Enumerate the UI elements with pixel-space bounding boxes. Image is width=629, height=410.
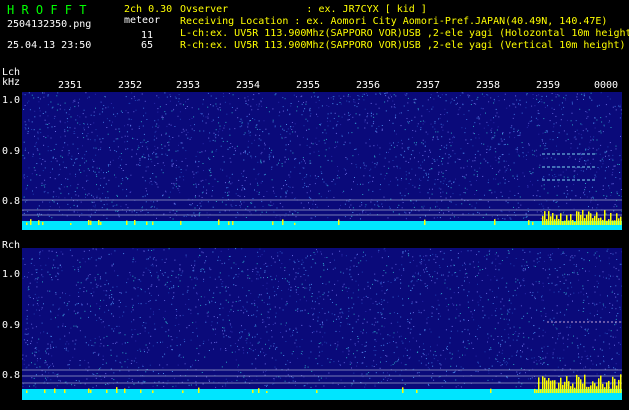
- spectrogram-background: [22, 92, 622, 230]
- rch-spectrogram: [22, 248, 622, 400]
- time-label-2357: 2357: [416, 80, 441, 91]
- lch-spectrogram: [22, 92, 622, 230]
- datetime-label: 25.04.13 23:50: [7, 40, 92, 51]
- rch-config-line: R-ch:ex. UV5R 113.900Mhz(SAPPORO VOR)USB…: [180, 40, 626, 51]
- time-label-2356: 2356: [356, 80, 381, 91]
- rch-label: Rch: [2, 240, 21, 251]
- version-label: 2ch 0.30: [124, 4, 173, 15]
- rch-tick-0-8: 0.8: [2, 370, 21, 381]
- time-label-2353: 2353: [176, 80, 201, 91]
- spectrogram-background: [22, 248, 622, 400]
- observer-line: Ovserver : ex. JR7CYX [ kid ]: [180, 4, 427, 15]
- time-label-2354: 2354: [236, 80, 261, 91]
- meteor-label: meteor: [124, 15, 161, 26]
- lch-tick-1-0: 1.0: [2, 95, 21, 106]
- noise-floor-band: [22, 389, 622, 400]
- rch-meteor-count: 65: [141, 40, 154, 51]
- location-line: Receiving Location : ex. Aomori City Aom…: [180, 16, 608, 27]
- time-label-2358: 2358: [476, 80, 501, 91]
- lch-tick-0-8: 0.8: [2, 196, 21, 207]
- rch-tick-0-9: 0.9: [2, 320, 21, 331]
- lch-unit-label: kHz: [2, 77, 21, 88]
- rch-tick-1-0: 1.0: [2, 269, 21, 280]
- lch-tick-0-9: 0.9: [2, 146, 21, 157]
- app-title: H R O F F T: [7, 3, 87, 17]
- time-label-0000: 0000: [594, 80, 619, 91]
- file-name: 2504132350.png: [7, 19, 92, 30]
- lch-config-line: L-ch:ex. UV5R 113.900Mhz(SAPPORO VOR)USB…: [180, 28, 629, 39]
- time-label-2352: 2352: [118, 80, 143, 91]
- time-label-2359: 2359: [536, 80, 561, 91]
- time-label-2351: 2351: [58, 80, 83, 91]
- time-label-2355: 2355: [296, 80, 321, 91]
